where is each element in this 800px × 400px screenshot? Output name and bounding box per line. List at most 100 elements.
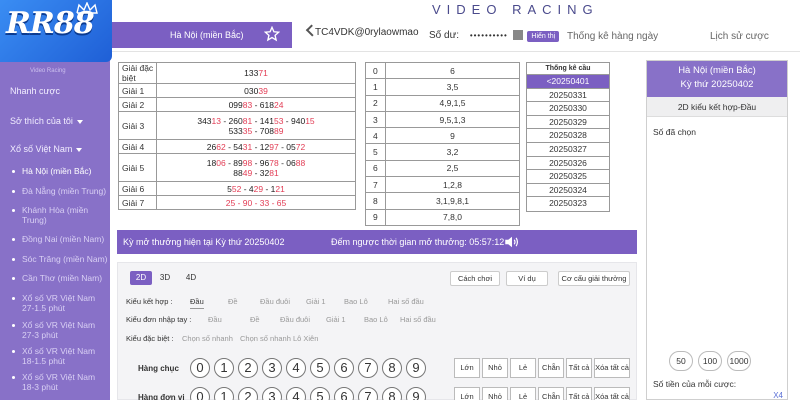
sidebar-sub-danang[interactable]: Đà Nẵng (miền Trung)	[12, 186, 108, 196]
sidebar-item-vietnam-lottery[interactable]: Xổ số Việt Nam	[10, 144, 83, 154]
sidebar-item-favorites[interactable]: Sở thích của tôi	[10, 116, 83, 126]
bet-kind-option[interactable]: Chọn số nhanh Lô Xiên	[240, 334, 318, 343]
quick-select-button[interactable]: Chẵn	[538, 387, 564, 400]
bet-kind-label: Kiểu đặc biệt :	[126, 334, 174, 343]
bet-slip-header: Hà Nội (miền Bắc) Kỳ thứ 20250402	[647, 61, 787, 97]
tab-3d[interactable]: 3D	[154, 271, 176, 285]
tab-2d[interactable]: 2D	[130, 271, 152, 285]
number-ball[interactable]: 3	[262, 358, 282, 378]
number-ball[interactable]: 6	[334, 387, 354, 400]
bet-kind-option[interactable]: Hai số đầu	[400, 315, 436, 324]
stats-date-item[interactable]: 20250326	[527, 157, 609, 171]
stats-date-item[interactable]: 20250325	[527, 170, 609, 184]
stats-date-item[interactable]: <20250401	[527, 75, 609, 89]
bet-kind-option[interactable]: Bao Lô	[344, 297, 368, 306]
bet-kind-option[interactable]: Đầu đuôi	[260, 297, 290, 306]
chip-1000[interactable]: 1000	[727, 351, 751, 371]
number-ball[interactable]: 9	[406, 358, 426, 378]
bet-kind-option[interactable]: Giải 1	[326, 315, 346, 324]
bet-kind-option[interactable]: Đầu	[208, 315, 222, 324]
prize-label: Giải 5	[118, 153, 157, 182]
bet-kind-option[interactable]: Đầu đuôi	[280, 315, 310, 324]
quick-select-button[interactable]: Lẻ	[510, 358, 536, 378]
sidebar-sub-hanoi[interactable]: Hà Nội (miền Bắc)	[12, 166, 108, 176]
quick-select-button[interactable]: Nhỏ	[482, 358, 508, 378]
sidebar-sub-vr27-3[interactable]: Xổ số VR Việt Nam 27-3 phút	[12, 320, 108, 340]
sidebar-sub-vr27-15[interactable]: Xổ số VR Việt Nam 27-1.5 phút	[12, 293, 108, 313]
head-tail-table: 0 6 1 3,5 2 4,9,1,5 3 9,5,1,3 4 9 5 3,2 6 2,5 7 1,2,8 8 3…	[365, 61, 520, 226]
lottery-tab[interactable]: Hà Nội (miền Bắc)	[112, 22, 292, 48]
example-button[interactable]: Ví dụ	[506, 271, 548, 286]
quick-select-button[interactable]: Chẵn	[538, 358, 564, 378]
bet-kind-option[interactable]: Đề	[228, 297, 238, 306]
sidebar-sub-dongnai[interactable]: Đồng Nai (miền Nam)	[12, 234, 108, 244]
quick-select-button[interactable]: Lớn	[454, 387, 480, 400]
bet-kind-option[interactable]: Chọn số nhanh	[182, 334, 233, 343]
quick-select-button[interactable]: Lẻ	[510, 387, 536, 400]
stats-date-item[interactable]: 20250331	[527, 89, 609, 103]
how-to-play-button[interactable]: Cách chơi	[450, 271, 500, 286]
sidebar-sub-cantho[interactable]: Cần Thơ (miền Nam)	[12, 273, 108, 283]
prize-structure-button[interactable]: Cơ cấu giải thưởng	[558, 271, 630, 286]
number-ball[interactable]: 5	[310, 358, 330, 378]
number-ball[interactable]: 8	[382, 387, 402, 400]
quick-select-button[interactable]: Tất cả	[566, 387, 592, 400]
number-ball[interactable]: 9	[406, 387, 426, 400]
stats-date-item[interactable]: 20250323	[527, 197, 609, 211]
number-ball[interactable]: 7	[358, 358, 378, 378]
number-ball[interactable]: 4	[286, 387, 306, 400]
number-ball[interactable]: 0	[190, 387, 210, 400]
tab-4d[interactable]: 4D	[180, 271, 202, 285]
user-account[interactable]: TC4VDK@0rylaowmao	[305, 24, 419, 38]
number-ball[interactable]: 4	[286, 358, 306, 378]
chevron-down-icon[interactable]	[512, 30, 523, 41]
nav-bet-history[interactable]: Lịch sử cược	[710, 31, 769, 42]
prize-label: Giải 6	[118, 181, 157, 196]
number-ball[interactable]: 5	[310, 387, 330, 400]
number-ball[interactable]: 2	[238, 387, 258, 400]
sidebar-item-quick-bet[interactable]: Nhanh cược	[10, 86, 60, 96]
draw-banner: Kỳ mở thưởng hiện tại Kỳ thứ 20250402 Đế…	[117, 230, 637, 254]
nav-daily-stats[interactable]: Thống kê hàng ngày	[567, 31, 658, 42]
number-ball[interactable]: 2	[238, 358, 258, 378]
sidebar-item-label: Sở thích của tôi	[10, 116, 73, 126]
stats-date-item[interactable]: 20250324	[527, 184, 609, 198]
quick-select-button[interactable]: Nhỏ	[482, 387, 508, 400]
number-ball[interactable]: 7	[358, 387, 378, 400]
logo[interactable]: RR88	[0, 0, 112, 62]
bet-kind-option[interactable]: Bao Lô	[364, 315, 388, 324]
bet-kind-option[interactable]: Đề	[250, 315, 260, 324]
number-ball[interactable]: 8	[382, 358, 402, 378]
number-ball[interactable]: 6	[334, 358, 354, 378]
sidebar-sub-khanhhoa[interactable]: Khánh Hòa (miền Trung)	[12, 205, 108, 225]
stats-date-item[interactable]: 20250328	[527, 129, 609, 143]
sidebar-sub-vr18-3[interactable]: Xổ số VR Việt Nam 18-3 phút	[12, 372, 108, 392]
quick-select-button[interactable]: Xóa tất cả	[594, 387, 630, 400]
banner-title: VIDEO RACING	[432, 2, 599, 17]
speaker-icon[interactable]	[503, 233, 521, 251]
stats-date-item[interactable]: 20250330	[527, 102, 609, 116]
bet-kind-option[interactable]: Đầu	[190, 297, 204, 309]
number-ball[interactable]: 3	[262, 387, 282, 400]
stats-date-item[interactable]: 20250327	[527, 143, 609, 157]
quick-select-button[interactable]: Xóa tất cả	[594, 358, 630, 378]
bullet-icon	[12, 277, 15, 281]
quick-select-button[interactable]: Lớn	[454, 358, 480, 378]
show-balance-button[interactable]: Hiển thị	[527, 31, 560, 42]
bet-kind-option[interactable]: Hai số đầu	[388, 297, 424, 306]
top-bar: VIDEO RACING Hà Nội (miền Bắc) TC4VDK@0r…	[0, 0, 800, 52]
chip-100[interactable]: 100	[698, 351, 722, 371]
multiplier-label[interactable]: X4	[773, 391, 783, 400]
sidebar-sub-soctrang[interactable]: Sóc Trăng (miền Nam)	[12, 254, 108, 264]
number-ball[interactable]: 0	[190, 358, 210, 378]
sidebar-item-label: Xổ số Việt Nam	[10, 144, 73, 154]
number-ball[interactable]: 1	[214, 358, 234, 378]
number-ball[interactable]: 1	[214, 387, 234, 400]
chip-50[interactable]: 50	[669, 351, 693, 371]
quick-select-button[interactable]: Tất cả	[566, 358, 592, 378]
star-icon[interactable]	[264, 26, 280, 42]
stats-date-item[interactable]: 20250329	[527, 116, 609, 130]
sidebar-sub-vr18-15[interactable]: Xổ số VR Việt Nam 18-1.5 phút	[12, 346, 108, 366]
bullet-icon	[12, 238, 15, 242]
bet-kind-option[interactable]: Giải 1	[306, 297, 326, 306]
